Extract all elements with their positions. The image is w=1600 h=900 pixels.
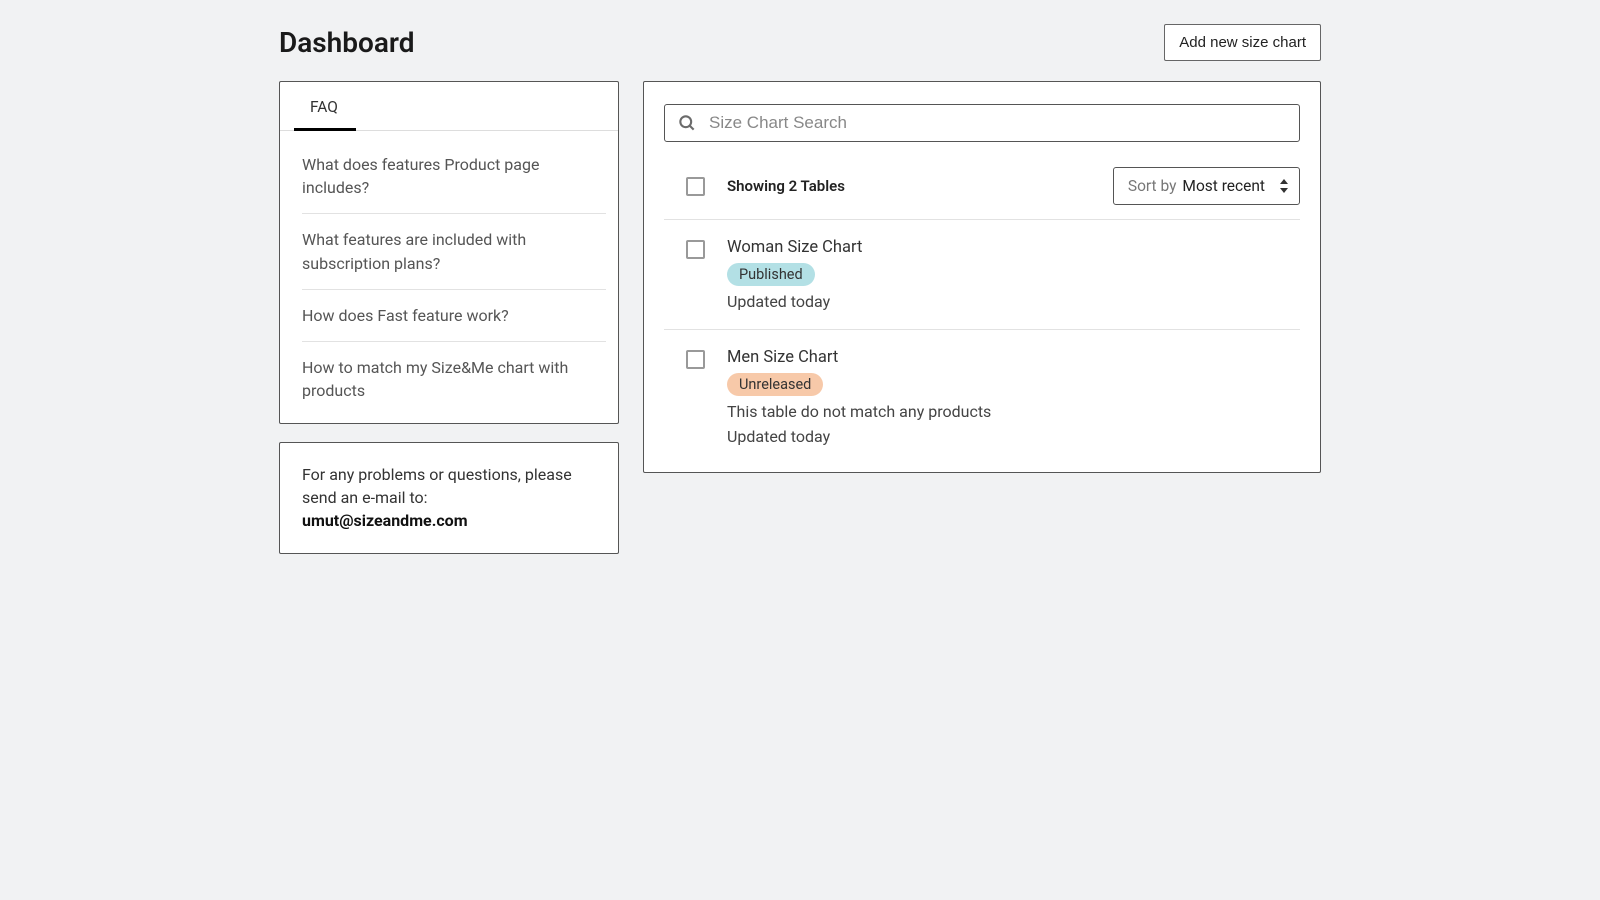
faq-panel: FAQ What does features Product page incl… bbox=[279, 81, 619, 424]
list-header: Showing 2 Tables Sort by Most recent bbox=[664, 156, 1300, 220]
contact-panel: For any problems or questions, please se… bbox=[279, 442, 619, 554]
row-checkbox[interactable] bbox=[686, 350, 705, 369]
contact-text: For any problems or questions, please se… bbox=[302, 465, 572, 507]
chart-title: Men Size Chart bbox=[727, 348, 991, 367]
contact-email: umut@sizeandme.com bbox=[302, 511, 468, 530]
updated-text: Updated today bbox=[727, 292, 862, 311]
table-row[interactable]: Men Size Chart Unreleased This table do … bbox=[664, 330, 1300, 464]
table-row[interactable]: Woman Size Chart Published Updated today bbox=[664, 220, 1300, 330]
faq-item[interactable]: How does Fast feature work? bbox=[302, 290, 606, 342]
sort-label: Sort by bbox=[1128, 177, 1177, 195]
search-box[interactable] bbox=[664, 104, 1300, 142]
status-badge: Unreleased bbox=[727, 373, 823, 396]
chart-title: Woman Size Chart bbox=[727, 238, 862, 257]
showing-count: Showing 2 Tables bbox=[727, 177, 845, 195]
faq-item[interactable]: How to match my Size&Me chart with produ… bbox=[302, 342, 606, 415]
faq-item[interactable]: What features are included with subscrip… bbox=[302, 214, 606, 289]
faq-item[interactable]: What does features Product page includes… bbox=[302, 139, 606, 214]
size-charts-panel: Showing 2 Tables Sort by Most recent bbox=[643, 81, 1321, 473]
updated-text: Updated today bbox=[727, 427, 991, 446]
faq-list[interactable]: What does features Product page includes… bbox=[288, 139, 610, 415]
status-badge: Published bbox=[727, 263, 815, 286]
sort-chevron-icon bbox=[1279, 179, 1289, 193]
page-title: Dashboard bbox=[279, 26, 415, 59]
search-icon bbox=[677, 113, 697, 133]
sort-dropdown[interactable]: Sort by Most recent bbox=[1113, 167, 1300, 205]
select-all-checkbox[interactable] bbox=[686, 177, 705, 196]
sort-value: Most recent bbox=[1182, 177, 1265, 195]
tab-faq[interactable]: FAQ bbox=[294, 82, 354, 130]
add-size-chart-button[interactable]: Add new size chart bbox=[1164, 24, 1321, 61]
row-checkbox[interactable] bbox=[686, 240, 705, 259]
row-note: This table do not match any products bbox=[727, 402, 991, 421]
page-header: Dashboard Add new size chart bbox=[279, 6, 1321, 81]
search-input[interactable] bbox=[709, 113, 1287, 133]
